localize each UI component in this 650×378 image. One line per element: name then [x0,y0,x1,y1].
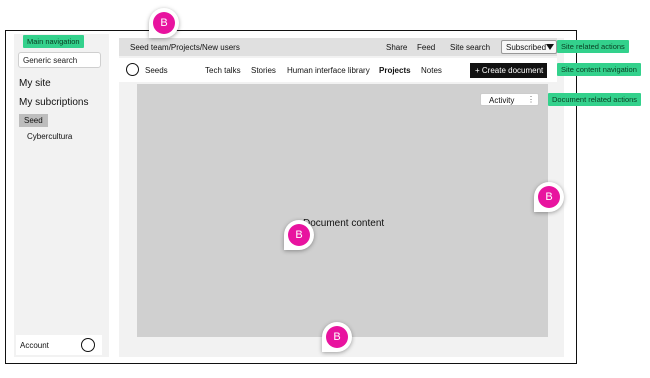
nav-human-interface-library[interactable]: Human interface library [287,66,370,75]
site-topbar: Seed team/Projects/New users Share Feed … [119,38,557,56]
nav-tech-talks[interactable]: Tech talks [205,66,241,75]
annotation-site-related-actions: Site related actions [557,40,629,53]
nav-stories[interactable]: Stories [251,66,276,75]
generic-search-input[interactable] [18,52,101,68]
sidebar-item-cybercultura[interactable]: Cybercultura [27,132,72,141]
subscribed-label: Subscribed [506,43,547,52]
site-search-link[interactable]: Site search [450,43,490,52]
collaborator-avatar[interactable]: B [322,322,352,352]
create-document-button[interactable]: + Create document [470,63,547,78]
more-icon: ⋮ [527,95,535,104]
activity-label: Activity [489,96,515,105]
subscribed-dropdown[interactable]: Subscribed [501,40,557,54]
account-label: Account [20,341,49,350]
document-content: Document content [303,218,385,229]
share-link[interactable]: Share [386,43,407,52]
nav-notes[interactable]: Notes [421,66,442,75]
site-content-nav: Seeds Tech talks Stories Human interface… [119,58,557,82]
avatar-initial: B [288,224,310,246]
annotation-document-related-actions: Document related actions [548,93,642,106]
sidebar-item-seed[interactable]: Seed [19,114,48,127]
sidebar-link-my-site[interactable]: My site [19,78,51,89]
avatar-initial: B [326,326,348,348]
breadcrumb[interactable]: Seed team/Projects/New users [130,43,240,52]
annotation-main-navigation: Main navigation [23,35,84,48]
site-logo-icon [126,63,139,76]
document-canvas [137,84,548,337]
account-avatar [81,338,95,352]
collaborator-avatar[interactable]: B [534,182,564,212]
account-button[interactable]: Account [16,335,102,355]
caret-down-icon [546,44,554,50]
collaborator-cursor-avatar[interactable]: B [284,220,314,250]
feed-link[interactable]: Feed [417,43,435,52]
site-name[interactable]: Seeds [145,66,168,75]
avatar-initial: B [538,186,560,208]
activity-button[interactable]: Activity ⋮ [480,93,539,106]
nav-projects[interactable]: Projects [379,66,411,75]
avatar-initial: B [153,12,175,34]
sidebar-link-my-subscriptions[interactable]: My subcriptions [19,97,88,108]
annotation-site-content-navigation: Site content navigation [557,63,641,76]
collaborator-avatar[interactable]: B [149,8,179,38]
